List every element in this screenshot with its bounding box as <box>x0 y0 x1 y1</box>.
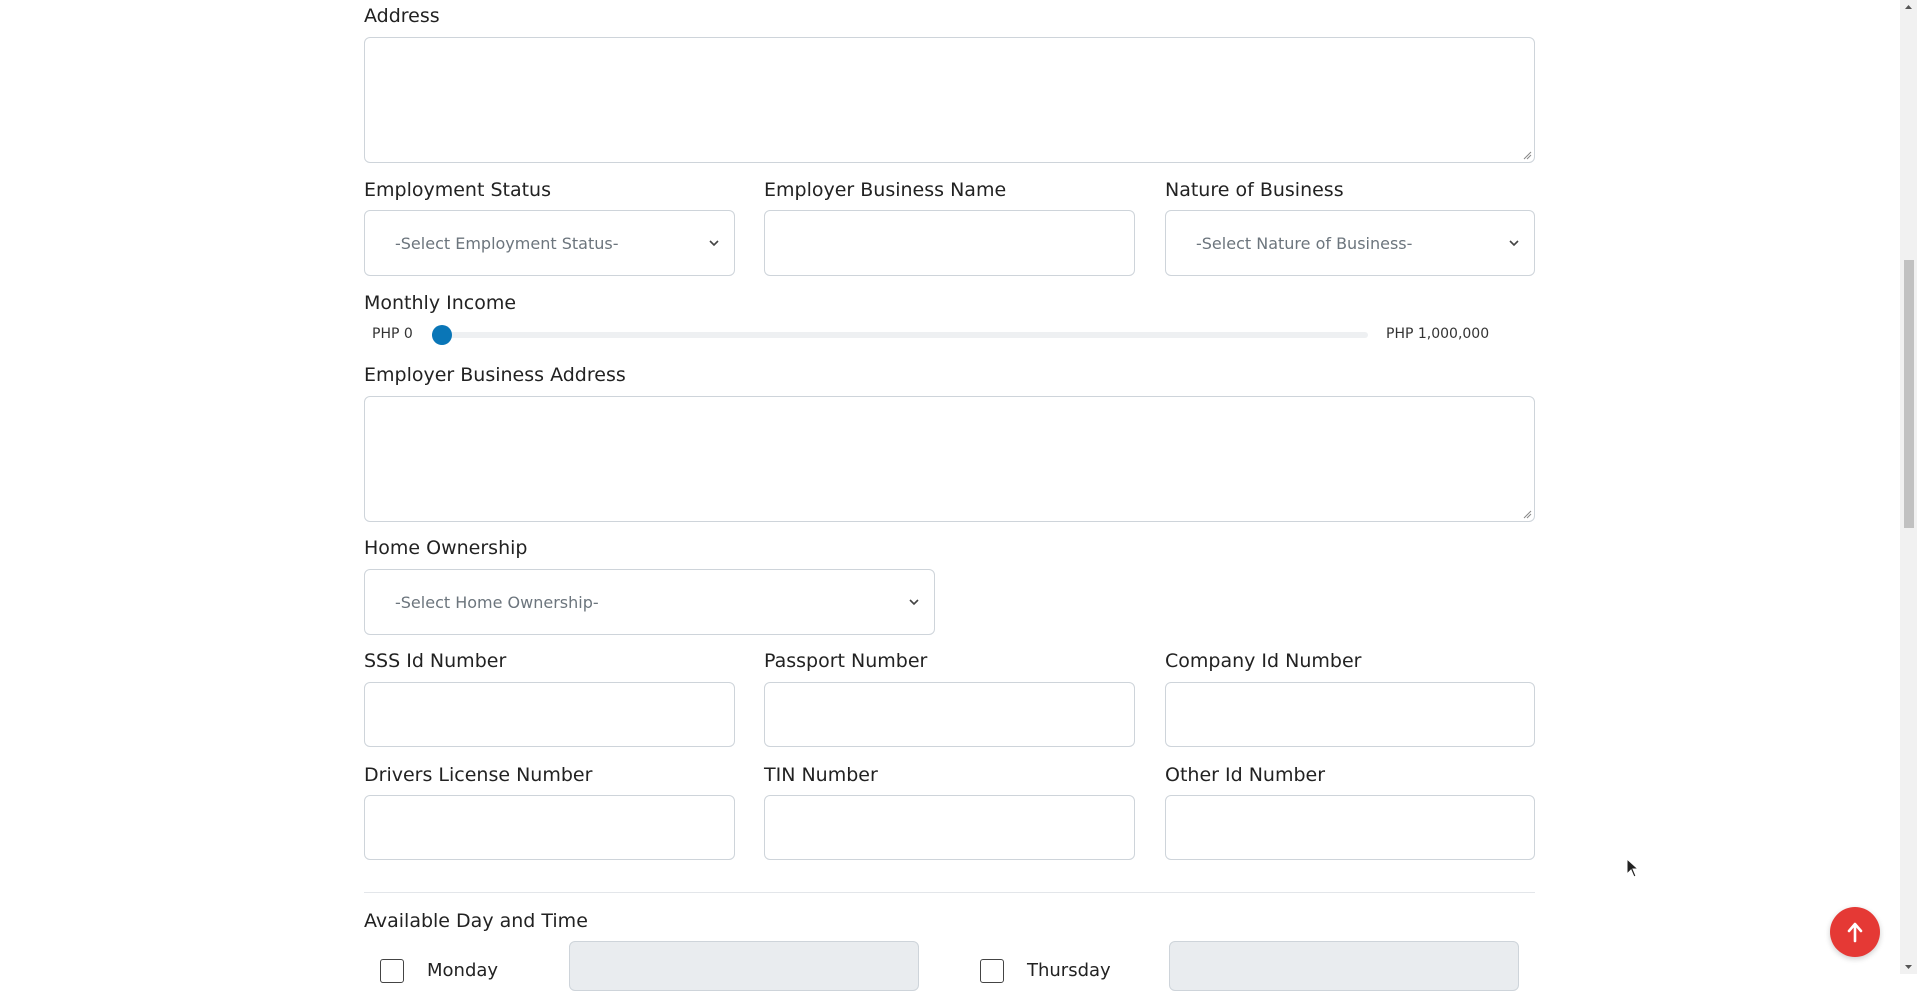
monday-checkbox[interactable] <box>380 959 404 983</box>
slider-thumb[interactable] <box>432 325 452 345</box>
monday-label: Monday <box>427 960 499 981</box>
nature-of-business-select[interactable]: -Select Nature of Business- <box>1165 210 1535 276</box>
chevron-down-icon <box>709 240 719 247</box>
passport-input[interactable] <box>764 682 1135 747</box>
scroll-down-arrow-icon[interactable] <box>1904 962 1913 971</box>
passport-label: Passport Number <box>764 650 928 672</box>
tin-input[interactable] <box>764 795 1135 860</box>
monday-time-input[interactable] <box>569 941 919 991</box>
sss-id-input[interactable] <box>364 682 735 747</box>
monthly-income-label: Monthly Income <box>364 292 517 314</box>
address-label: Address <box>364 5 440 27</box>
scrollbar-thumb[interactable] <box>1904 260 1914 528</box>
arrow-up-icon <box>1847 922 1863 943</box>
page-scrollbar[interactable] <box>1900 0 1917 974</box>
thursday-label: Thursday <box>1027 960 1111 981</box>
nature-of-business-placeholder: -Select Nature of Business- <box>1196 233 1413 253</box>
thursday-time-input[interactable] <box>1169 941 1519 991</box>
other-id-input[interactable] <box>1165 795 1535 860</box>
company-id-label: Company Id Number <box>1165 650 1362 672</box>
resize-grip-icon[interactable] <box>1522 150 1532 160</box>
tin-label: TIN Number <box>764 764 878 786</box>
slider-max-label: PHP 1,000,000 <box>1386 326 1490 342</box>
employer-business-address-textarea[interactable] <box>364 396 1535 522</box>
section-divider <box>364 892 1535 893</box>
home-ownership-placeholder: -Select Home Ownership- <box>395 592 599 612</box>
scroll-to-top-button[interactable] <box>1830 907 1880 957</box>
slider-track[interactable] <box>432 325 1368 345</box>
other-id-label: Other Id Number <box>1165 764 1326 786</box>
mouse-cursor-icon <box>1626 858 1640 878</box>
company-id-input[interactable] <box>1165 682 1535 747</box>
home-ownership-select[interactable]: -Select Home Ownership- <box>364 569 935 635</box>
chevron-down-icon <box>1509 240 1519 247</box>
employment-status-placeholder: -Select Employment Status- <box>395 233 619 253</box>
address-textarea[interactable] <box>364 37 1535 163</box>
resize-grip-icon[interactable] <box>1522 509 1532 519</box>
slider-min-label: PHP 0 <box>372 326 413 342</box>
monthly-income-slider: PHP 0 PHP 1,000,000 <box>364 325 1535 345</box>
sss-id-label: SSS Id Number <box>364 650 507 672</box>
nature-of-business-label: Nature of Business <box>1165 179 1344 201</box>
home-ownership-label: Home Ownership <box>364 537 528 559</box>
employer-business-name-input[interactable] <box>764 210 1135 276</box>
drivers-license-label: Drivers License Number <box>364 764 593 786</box>
employer-business-name-label: Employer Business Name <box>764 179 1007 201</box>
employer-business-address-label: Employer Business Address <box>364 364 626 386</box>
scroll-up-arrow-icon[interactable] <box>1904 3 1913 12</box>
availability-title: Available Day and Time <box>364 910 588 932</box>
employment-status-select[interactable]: -Select Employment Status- <box>364 210 735 276</box>
employment-status-label: Employment Status <box>364 179 551 201</box>
drivers-license-input[interactable] <box>364 795 735 860</box>
thursday-checkbox[interactable] <box>980 959 1004 983</box>
chevron-down-icon <box>909 599 919 606</box>
